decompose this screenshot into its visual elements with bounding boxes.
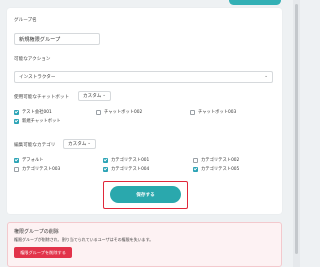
checkbox-checked-icon[interactable]	[14, 157, 19, 163]
chevron-down-icon: ⌄	[87, 140, 91, 146]
category-option[interactable]: カテゴリテスト001	[103, 157, 149, 163]
delete-group-description: 権限グループが削除され、割り当てられているユーザはその権限を失います。	[14, 237, 154, 242]
category-option-label: カテゴリテスト003	[22, 167, 61, 172]
category-option[interactable]: カテゴリテスト003	[14, 166, 60, 172]
group-name-value: 新規権限グループ	[19, 36, 61, 43]
category-option-label: カテゴリテスト004	[111, 167, 150, 172]
category-section-label: 編集可能なカテゴリ	[14, 143, 56, 148]
chatbot-mode-select[interactable]: カスタム ⌄	[78, 91, 111, 101]
top-action-button[interactable]	[229, 0, 281, 5]
chatbot-option-label: チャットボット002	[104, 110, 143, 115]
checkbox-checked-icon[interactable]	[103, 166, 108, 172]
delete-group-panel: 権限グループの削除 権限グループが削除され、割り当てられているユーザはその権限を…	[7, 222, 282, 267]
chevron-down-icon: ⌄	[264, 73, 268, 79]
checkbox-checked-icon[interactable]	[193, 166, 198, 172]
checkbox-unchecked-icon[interactable]	[193, 157, 198, 163]
chatbot-mode-value: カスタム	[83, 94, 102, 99]
group-name-label: グループ名	[14, 18, 37, 23]
action-label: 可能なアクション	[14, 57, 51, 62]
category-mode-select[interactable]: カスタム ⌄	[63, 139, 96, 149]
delete-group-title: 権限グループの削除	[14, 229, 59, 235]
category-option[interactable]: カテゴリテスト002	[193, 157, 239, 163]
checkbox-unchecked-icon[interactable]	[190, 109, 195, 115]
save-button[interactable]: 保存する	[110, 186, 181, 203]
chatbot-option-label: 新規チャットボット	[22, 119, 61, 124]
category-option-label: カテゴリテスト002	[201, 158, 240, 163]
chatbot-option[interactable]: チャットボット003	[190, 109, 236, 115]
chatbot-option-label: テスト会社001	[22, 110, 52, 115]
chatbot-section-label: 使用可能なチャットボット	[14, 95, 70, 100]
chatbot-option[interactable]: 新規チャットボット	[14, 118, 61, 124]
scrollbar-thumb[interactable]	[295, 4, 298, 254]
category-option-label: カテゴリテスト005	[201, 167, 240, 172]
checkbox-checked-icon[interactable]	[103, 157, 108, 163]
chevron-down-icon: ⌄	[102, 92, 106, 98]
action-select[interactable]: インストラクター ⌄	[14, 71, 273, 83]
category-option[interactable]: カテゴリテスト004	[103, 166, 149, 172]
checkbox-checked-icon[interactable]	[14, 118, 19, 124]
checkbox-unchecked-icon[interactable]	[96, 109, 101, 115]
category-mode-value: カスタム	[68, 142, 87, 147]
group-name-input[interactable]: 新規権限グループ	[14, 33, 100, 45]
chatbot-option[interactable]: テスト会社001	[14, 109, 52, 115]
category-option-label: カテゴリテスト001	[111, 158, 150, 163]
delete-group-button[interactable]: 権限グループを削除する	[14, 247, 72, 258]
checkbox-checked-icon[interactable]	[14, 109, 19, 115]
category-option[interactable]: デフォルト	[14, 157, 43, 163]
category-option-label: デフォルト	[22, 158, 44, 163]
chatbot-option-label: チャットボット003	[198, 110, 237, 115]
category-option[interactable]: カテゴリテスト005	[193, 166, 239, 172]
action-select-value: インストラクター	[19, 75, 56, 80]
chatbot-option[interactable]: チャットボット002	[96, 109, 142, 115]
checkbox-unchecked-icon[interactable]	[14, 166, 19, 172]
